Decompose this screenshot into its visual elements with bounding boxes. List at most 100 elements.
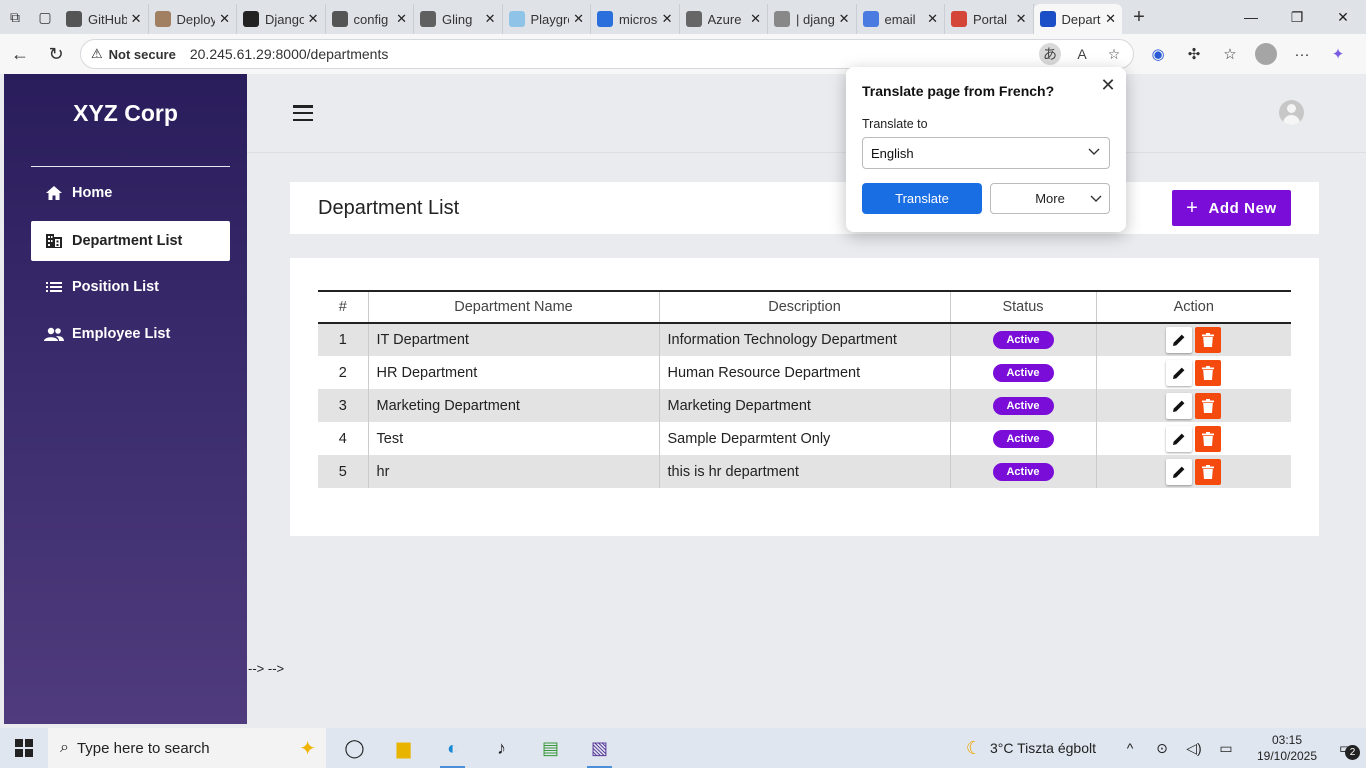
browser-tab-title: Portal	[973, 11, 1007, 27]
browser-tab-title: email	[884, 11, 916, 27]
add-new-button[interactable]: + Add New	[1172, 190, 1291, 226]
workspaces-icon[interactable]: ⧉	[0, 0, 30, 34]
refresh-button[interactable]: ↻	[38, 36, 74, 72]
column-header-name: Department Name	[367, 290, 659, 324]
spreadsheet-app-icon[interactable]: ▤	[526, 728, 575, 768]
close-tab-icon[interactable]: ✕	[662, 11, 673, 27]
status-badge: Active	[992, 429, 1054, 448]
action-cell	[1095, 356, 1291, 389]
sidebar-item-label: Position List	[72, 279, 159, 295]
language-select[interactable]: English	[862, 137, 1110, 169]
browser-tab[interactable]: Portal ✕	[945, 4, 1034, 34]
copilot-icon[interactable]: ✦	[1324, 40, 1352, 68]
user-avatar[interactable]	[1279, 100, 1304, 125]
back-button[interactable]: ←	[2, 36, 38, 72]
security-label: Not secure	[108, 46, 176, 62]
volume-icon[interactable]: ◁)	[1178, 740, 1210, 757]
profile-avatar[interactable]	[1255, 43, 1277, 65]
edge-icon[interactable]: ◐	[428, 728, 477, 768]
browser-tab[interactable]: GitHub ✕	[60, 4, 149, 34]
translate-button[interactable]: Translate	[862, 183, 982, 214]
close-tab-icon[interactable]: ✕	[927, 11, 938, 27]
close-tab-icon[interactable]: ✕	[1016, 11, 1027, 27]
close-tab-icon[interactable]: ✕	[750, 11, 761, 27]
restore-button[interactable]: ❐	[1274, 0, 1320, 34]
sidebar-item-department-list[interactable]: Department List	[31, 221, 230, 261]
tab-actions-icon[interactable]: ▢	[30, 0, 60, 34]
row-number: 4	[318, 422, 368, 455]
taskbar-search[interactable]: ⌕ Type here to search ✦	[48, 728, 326, 768]
action-cell	[1095, 323, 1291, 356]
minimize-button[interactable]: —	[1228, 0, 1274, 34]
notifications-button[interactable]: ▭ 2	[1326, 739, 1366, 760]
delete-button[interactable]	[1195, 359, 1222, 386]
table-row: 1 IT Department Information Technology Dep…	[318, 323, 1291, 356]
close-tab-icon[interactable]: ✕	[573, 11, 584, 27]
delete-button[interactable]	[1195, 327, 1222, 353]
browser-tab[interactable]: Playground✕	[503, 4, 591, 34]
close-window-button[interactable]: ✕	[1320, 0, 1366, 34]
url-text[interactable]: 20.245.61.29:8000/departments	[190, 46, 389, 62]
edit-button[interactable]	[1166, 327, 1193, 353]
translate-icon[interactable]: あ	[1039, 43, 1061, 65]
browser-tab[interactable]: | django✕	[768, 4, 857, 34]
favorite-star-icon[interactable]: ☆	[1103, 43, 1125, 65]
browser-tab[interactable]: Django ✕	[237, 4, 326, 34]
pencil-icon	[1173, 466, 1185, 478]
sidebar-item-home[interactable]: Home	[31, 173, 230, 213]
browser-tab[interactable]: config ✕	[326, 4, 414, 34]
browser-tab[interactable]: email ✕	[857, 4, 945, 34]
browser-tab[interactable]: Gling ✕	[414, 4, 503, 34]
browser-tab[interactable]: Departments✕	[1033, 4, 1122, 34]
extension-shield-icon[interactable]: ◉	[1144, 40, 1172, 68]
close-tab-icon[interactable]: ✕	[308, 11, 319, 27]
read-aloud-icon[interactable]: A	[1071, 43, 1093, 65]
more-menu-icon[interactable]: ···	[1288, 40, 1316, 68]
close-tab-icon[interactable]: ✕	[1105, 11, 1116, 27]
close-tab-icon[interactable]: ✕	[131, 11, 142, 27]
edit-button[interactable]	[1166, 392, 1193, 419]
delete-button[interactable]	[1195, 392, 1222, 419]
snipping-tool-icon[interactable]: ▧	[575, 728, 624, 768]
browser-tab-title: Gling	[442, 11, 473, 27]
edit-button[interactable]	[1166, 425, 1193, 452]
chevron-down-icon	[1087, 144, 1101, 161]
close-icon[interactable]: ✕	[1098, 75, 1118, 95]
weather-widget[interactable]: ☾ 3°C Tiszta égbolt	[966, 738, 1096, 759]
department-table-card: # Department Name Description Status Act…	[290, 258, 1319, 536]
windows-logo-icon	[15, 739, 33, 757]
browser-tab[interactable]: microsoft✕	[591, 4, 680, 34]
close-tab-icon[interactable]: ✕	[485, 11, 496, 27]
browser-tab[interactable]: Azure ✕	[680, 4, 768, 34]
close-tab-icon[interactable]: ✕	[396, 11, 407, 27]
brand-title[interactable]: XYZ Corp	[4, 100, 247, 127]
sidebar-item-employee-list[interactable]: Employee List	[31, 314, 230, 354]
file-explorer-icon[interactable]: ▆	[379, 728, 428, 768]
new-tab-button[interactable]: +	[1122, 2, 1156, 32]
close-tab-icon[interactable]: ✕	[839, 11, 850, 27]
network-status-icon[interactable]: ⊙	[1146, 740, 1178, 757]
sidebar-item-position-list[interactable]: Position List	[31, 267, 230, 307]
extensions-icon[interactable]: ✣	[1180, 40, 1208, 68]
battery-icon[interactable]: ▭	[1210, 740, 1242, 757]
action-cell	[1095, 389, 1291, 422]
clock[interactable]: 03:15 19/10/2025	[1248, 732, 1326, 764]
windows-start-button[interactable]	[0, 728, 48, 768]
delete-button[interactable]	[1195, 425, 1222, 452]
row-number: 1	[318, 323, 368, 356]
chevron-up-icon[interactable]: ^	[1114, 740, 1146, 756]
favorites-icon[interactable]: ☆	[1216, 40, 1244, 68]
browser-tab[interactable]: Deploy ✕	[149, 4, 237, 34]
menu-toggle-icon[interactable]	[293, 105, 313, 121]
delete-button[interactable]	[1195, 458, 1222, 485]
more-button[interactable]: More	[990, 183, 1110, 214]
translate-title: Translate page from French?	[862, 83, 1055, 99]
edit-button[interactable]	[1166, 458, 1193, 485]
edit-button[interactable]	[1166, 359, 1193, 386]
close-tab-icon[interactable]: ✕	[219, 11, 230, 27]
clock-time: 03:15	[1271, 733, 1303, 747]
task-view-icon[interactable]: ◯	[330, 728, 379, 768]
action-cell	[1095, 422, 1291, 455]
tiktok-icon[interactable]: ♪	[477, 728, 526, 768]
address-bar[interactable]: ⚠ Not secure 20.245.61.29:8000/departmen…	[80, 39, 1134, 69]
